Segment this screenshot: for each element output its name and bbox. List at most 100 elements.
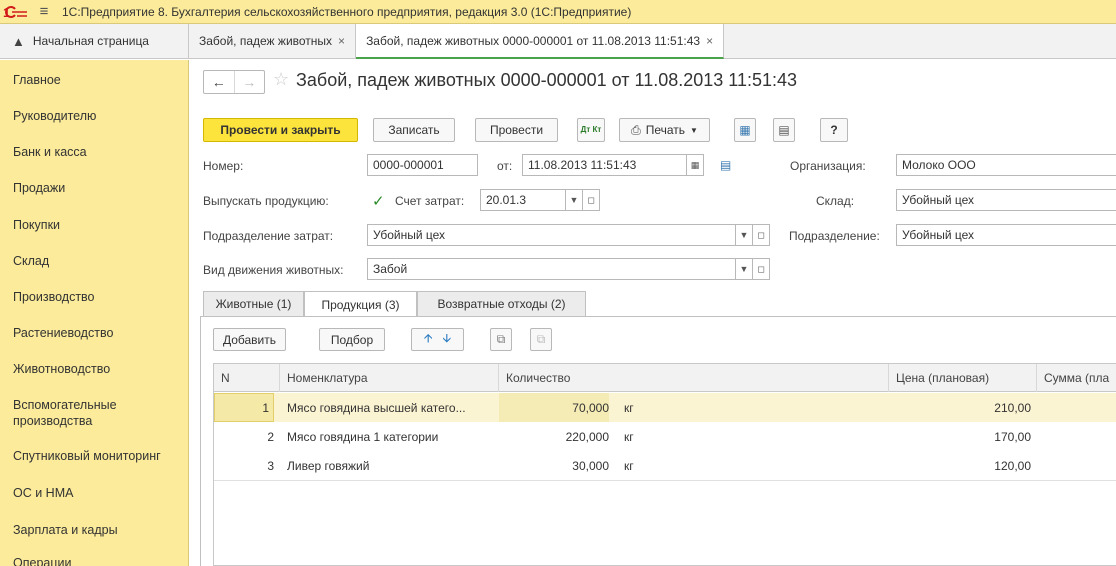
number-field[interactable]: 0000-000001 (367, 154, 478, 176)
arrow-up-icon[interactable]: 🡩 (419, 329, 438, 350)
open-windows-tabs: ▲ Начальная страница Забой, падеж животн… (0, 24, 1116, 59)
tab-animals[interactable]: Животные (1) (203, 291, 304, 316)
department-label: Подразделение: (789, 229, 880, 243)
calendar-icon[interactable]: ▦ (687, 154, 704, 176)
open-link-icon[interactable]: ◻ (583, 189, 600, 211)
organization-field[interactable]: Молоко ООО (896, 154, 1116, 176)
row-number[interactable]: 1 (214, 393, 274, 422)
tab-slaughter-list[interactable]: Забой, падеж животных × (189, 24, 357, 58)
row-unit: кг (624, 429, 634, 444)
cost-department-label: Подразделение затрат: (203, 229, 334, 243)
close-icon[interactable]: × (338, 34, 345, 48)
sidebar-item-assets[interactable]: ОС и НМА (13, 485, 183, 501)
column-header[interactable]: Сумма (пла (1037, 364, 1116, 392)
sidebar-item-satellite[interactable]: Спутниковый мониторинг (13, 448, 183, 464)
sidebar-item-payroll[interactable]: Зарплата и кадры (13, 522, 183, 538)
back-arrow-icon[interactable]: ← (204, 71, 234, 93)
dt-kt-icon: Дт Кт (580, 125, 602, 134)
open-link-icon[interactable]: ◻ (753, 258, 770, 280)
sidebar-item-sales[interactable]: Продажи (13, 180, 183, 196)
forward-arrow-icon[interactable]: → (233, 71, 265, 93)
add-button[interactable]: Добавить (213, 328, 286, 351)
sidebar-item-main[interactable]: Главное (13, 72, 183, 88)
paste-icon[interactable]: ⧉ (530, 328, 552, 351)
department-field[interactable]: Убойный цех (896, 224, 1116, 246)
row-quantity[interactable]: 220,000 (499, 422, 609, 451)
row-price[interactable]: 120,00 (889, 451, 1031, 480)
nav-buttons: ← → (203, 70, 265, 94)
post-button[interactable]: Провести (475, 118, 558, 142)
tab-slaughter-document[interactable]: Забой, падеж животных 0000-000001 от 11.… (356, 24, 725, 59)
arrow-down-icon[interactable]: 🡫 (438, 329, 457, 350)
produce-output-label: Выпускать продукцию: (203, 194, 329, 208)
row-price[interactable]: 210,00 (889, 393, 1031, 422)
save-button[interactable]: Записать (373, 118, 455, 142)
home-icon: ▲ (12, 33, 25, 49)
cost-account-field[interactable]: 20.01.3 (480, 189, 566, 211)
row-number[interactable]: 2 (214, 422, 274, 451)
pick-button[interactable]: Подбор (319, 328, 385, 351)
sidebar-item-production[interactable]: Производство (13, 289, 183, 305)
print-button[interactable]: ⎙ Печать ▼ (619, 118, 710, 142)
row-quantity[interactable]: 70,000 (499, 393, 609, 422)
copy-icon[interactable]: ⧉ (490, 328, 512, 351)
sidebar-item-operations[interactable]: Операции (13, 555, 183, 566)
column-header[interactable]: Цена (плановая) (889, 364, 1037, 392)
row-item[interactable]: Мясо говядина высшей катего... (287, 393, 495, 422)
close-icon[interactable]: × (706, 34, 713, 48)
row-price[interactable]: 170,00 (889, 422, 1031, 451)
chevron-down-icon[interactable]: ▼ (736, 258, 753, 280)
move-buttons: 🡩 🡫 (411, 328, 464, 351)
produce-output-checkbox[interactable]: ✓ (372, 194, 386, 209)
warehouse-label: Склад: (816, 194, 855, 208)
row-quantity[interactable]: 30,000 (499, 451, 609, 480)
sidebar-item-warehouse[interactable]: Склад (13, 253, 183, 269)
date-field[interactable]: 11.08.2013 11:51:43 (522, 154, 687, 176)
report-icon[interactable]: ▤ (773, 118, 795, 142)
sidebar-item-management[interactable]: Руководителю (13, 108, 183, 124)
panel-border (200, 316, 201, 566)
sidebar-item-auxiliary[interactable]: Вспомогательные производства (13, 397, 183, 429)
document-status-icon: ▤ (720, 158, 732, 172)
cost-department-field[interactable]: Убойный цех (367, 224, 736, 246)
movement-type-field[interactable]: Забой (367, 258, 736, 280)
chevron-down-icon[interactable]: ▼ (736, 224, 753, 246)
column-header[interactable]: Номенклатура (280, 364, 499, 392)
1c-logo-icon[interactable]: 1 (0, 0, 32, 24)
chevron-down-icon: ▼ (690, 125, 698, 135)
row-item[interactable]: Мясо говядина 1 категории (287, 422, 495, 451)
sidebar-item-bank[interactable]: Банк и касса (13, 144, 183, 160)
table-row[interactable]: 1 Мясо говядина высшей катего... 70,000 … (214, 393, 1116, 422)
sidebar-item-crop[interactable]: Растениеводство (13, 325, 183, 341)
window-title: 1С:Предприятие 8. Бухгалтерия сельскохоз… (62, 4, 632, 19)
column-header[interactable]: Количество (499, 364, 889, 392)
help-button[interactable]: ? (820, 118, 848, 142)
table-row[interactable]: 2 Мясо говядина 1 категории 220,000 кг 1… (214, 422, 1116, 451)
sections-panel: Главное Руководителю Банк и касса Продаж… (0, 60, 189, 566)
page-title: Забой, падеж животных 0000-000001 от 11.… (296, 70, 798, 90)
sidebar-item-livestock[interactable]: Животноводство (13, 361, 183, 377)
tab-products[interactable]: Продукция (3) (304, 291, 417, 317)
tab-divider (200, 316, 1116, 317)
sidebar-item-purchases[interactable]: Покупки (13, 217, 183, 233)
row-item[interactable]: Ливер говяжий (287, 451, 495, 480)
chevron-down-icon[interactable]: ▼ (566, 189, 583, 211)
row-unit: кг (624, 458, 634, 473)
number-label: Номер: (203, 159, 244, 173)
date-label: от: (497, 159, 513, 173)
column-header[interactable]: N (214, 364, 280, 392)
post-and-close-button[interactable]: Провести и закрыть (203, 118, 358, 142)
table-row[interactable]: 3 Ливер говяжий 30,000 кг 120,00 (214, 451, 1116, 480)
tab-home[interactable]: ▲ Начальная страница (0, 24, 189, 58)
row-number[interactable]: 3 (214, 451, 274, 480)
open-link-icon[interactable]: ◻ (753, 224, 770, 246)
warehouse-field[interactable]: Убойный цех (896, 189, 1116, 211)
movement-type-label: Вид движения животных: (203, 263, 344, 277)
dt-kt-button[interactable]: Дт Кт (577, 118, 605, 142)
favorite-star-icon[interactable]: ☆ (273, 69, 289, 90)
document-form: ← → ☆ Забой, падеж животных 0000-000001 … (190, 60, 1116, 566)
structure-icon[interactable]: ▦ (734, 118, 756, 142)
main-menu-icon[interactable]: ≡ (32, 0, 56, 24)
printer-icon: ⎙ (631, 122, 641, 137)
tab-returnable-waste[interactable]: Возвратные отходы (2) (417, 291, 586, 316)
